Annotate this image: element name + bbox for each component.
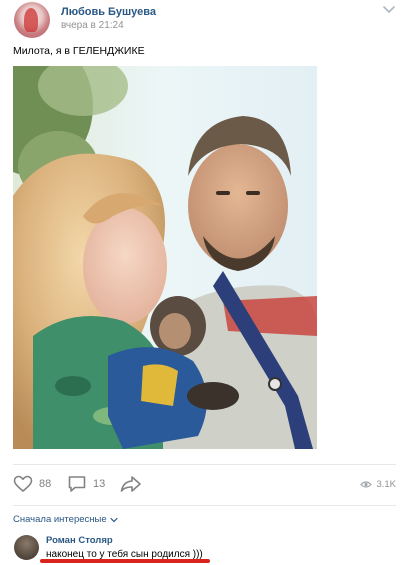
selfie-photo-image [13, 66, 317, 449]
comment-author-avatar[interactable] [14, 535, 39, 560]
post-actions: 88 13 3.1K [0, 470, 409, 498]
comment-count: 13 [93, 478, 106, 490]
like-button[interactable]: 88 [13, 474, 51, 494]
sort-label: Сначала интересные [13, 514, 107, 525]
views-counter: 3.1K [360, 479, 396, 490]
red-underline-annotation [40, 559, 210, 563]
comment-icon [68, 476, 86, 492]
eye-icon [360, 481, 373, 488]
author-avatar[interactable] [14, 2, 50, 38]
heart-icon [13, 475, 33, 492]
divider [13, 464, 396, 465]
comments-sort-dropdown[interactable]: Сначала интересные [13, 514, 118, 525]
post-text: Милота, я в ГЕЛЕНДЖИКЕ [13, 45, 145, 57]
post-author-link[interactable]: Любовь Бушуева [61, 6, 156, 18]
chevron-down-icon[interactable] [382, 4, 396, 16]
share-button[interactable] [120, 474, 142, 494]
comment-author-link[interactable]: Роман Столяр [46, 535, 113, 546]
divider [13, 505, 396, 506]
like-count: 88 [39, 478, 52, 490]
share-arrow-icon [120, 476, 141, 492]
comment-button[interactable]: 13 [67, 474, 105, 494]
post-photo[interactable] [13, 66, 317, 449]
chevron-down-icon [110, 517, 118, 522]
post-timestamp[interactable]: вчера в 21:24 [61, 20, 124, 31]
post-header: Любовь Бушуева вчера в 21:24 [0, 0, 409, 44]
views-count: 3.1K [376, 479, 396, 490]
